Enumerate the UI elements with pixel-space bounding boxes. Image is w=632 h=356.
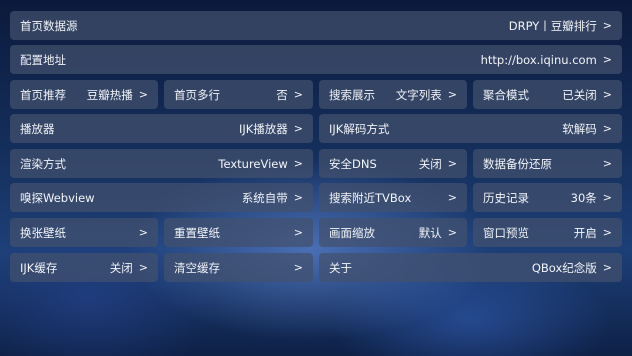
setting-label: 搜索展示 <box>329 87 375 102</box>
setting-value: TextureView <box>218 156 288 171</box>
setting-home-multi-row[interactable]: 首页多行 否 > <box>164 80 313 109</box>
chevron-right-icon: > <box>447 157 457 170</box>
setting-screen-zoom[interactable]: 画面缩放 默认 > <box>319 218 467 247</box>
setting-label: IJK解码方式 <box>329 121 390 136</box>
chevron-right-icon: > <box>138 261 148 274</box>
setting-value: 豆瓣热播 <box>86 87 133 102</box>
setting-search-display[interactable]: 搜索展示 文字列表 > <box>319 80 467 109</box>
chevron-right-icon: > <box>447 88 457 101</box>
setting-value: 关闭 <box>418 156 442 171</box>
chevron-right-icon: > <box>602 261 612 274</box>
chevron-right-icon: > <box>602 88 612 101</box>
setting-clear-cache[interactable]: 清空缓存 > <box>164 253 313 282</box>
setting-reset-wallpaper[interactable]: 重置壁纸 > <box>164 218 313 247</box>
setting-label: 嗅探Webview <box>20 190 95 205</box>
chevron-right-icon: > <box>602 122 612 135</box>
setting-search-nearby-tvbox[interactable]: 搜索附近TVBox > <box>319 183 467 212</box>
chevron-right-icon: > <box>138 88 148 101</box>
setting-label: IJK缓存 <box>20 260 58 275</box>
setting-label: 首页推荐 <box>20 87 66 102</box>
setting-label: 首页数据源 <box>20 18 78 33</box>
setting-value: 软解码 <box>562 121 597 136</box>
setting-home-recommend[interactable]: 首页推荐 豆瓣热播 > <box>10 80 158 109</box>
setting-home-data-source[interactable]: 首页数据源 DRPY丨豆瓣排行 > <box>10 11 622 40</box>
setting-label: 播放器 <box>20 121 55 136</box>
setting-value: 文字列表 <box>395 87 442 102</box>
setting-label: 渲染方式 <box>20 156 66 171</box>
chevron-right-icon: > <box>293 226 303 239</box>
setting-value: 开启 <box>573 225 597 240</box>
setting-history[interactable]: 历史记录 30条 > <box>473 183 622 212</box>
setting-data-backup[interactable]: 数据备份还原 > <box>473 149 622 178</box>
setting-label: 清空缓存 <box>174 260 220 275</box>
setting-change-wallpaper[interactable]: 换张壁纸 > <box>10 218 158 247</box>
chevron-right-icon: > <box>447 226 457 239</box>
chevron-right-icon: > <box>447 191 457 204</box>
chevron-right-icon: > <box>602 191 612 204</box>
chevron-right-icon: > <box>293 157 303 170</box>
chevron-right-icon: > <box>602 157 612 170</box>
setting-label: 窗口预览 <box>483 225 529 240</box>
setting-value: QBox纪念版 <box>531 260 597 275</box>
setting-value: 已关闭 <box>562 87 597 102</box>
setting-label: 首页多行 <box>174 87 220 102</box>
setting-about[interactable]: 关于 QBox纪念版 > <box>319 253 622 282</box>
setting-value: 否 <box>276 87 288 102</box>
setting-aggregate-mode[interactable]: 聚合模式 已关闭 > <box>473 80 622 109</box>
setting-label: 换张壁纸 <box>20 225 66 240</box>
chevron-right-icon: > <box>602 226 612 239</box>
setting-window-preview[interactable]: 窗口预览 开启 > <box>473 218 622 247</box>
setting-label: 配置地址 <box>20 52 66 67</box>
setting-label: 安全DNS <box>329 156 377 171</box>
setting-ijk-decode[interactable]: IJK解码方式 软解码 > <box>319 114 622 143</box>
setting-value: 系统自带 <box>241 190 288 205</box>
setting-label: 聚合模式 <box>483 87 529 102</box>
chevron-right-icon: > <box>293 191 303 204</box>
chevron-right-icon: > <box>293 122 303 135</box>
setting-sniff-webview[interactable]: 嗅探Webview 系统自带 > <box>10 183 313 212</box>
setting-label: 画面缩放 <box>329 225 375 240</box>
setting-label: 历史记录 <box>483 190 529 205</box>
setting-player[interactable]: 播放器 IJK播放器 > <box>10 114 313 143</box>
setting-value: http://box.iqinu.com <box>480 52 597 67</box>
setting-render-mode[interactable]: 渲染方式 TextureView > <box>10 149 313 178</box>
setting-value: IJK播放器 <box>238 121 288 136</box>
setting-config-url[interactable]: 配置地址 http://box.iqinu.com > <box>10 45 622 74</box>
setting-value: 关闭 <box>109 260 133 275</box>
setting-label: 搜索附近TVBox <box>329 190 412 205</box>
setting-ijk-cache[interactable]: IJK缓存 关闭 > <box>10 253 158 282</box>
setting-label: 数据备份还原 <box>483 156 552 171</box>
chevron-right-icon: > <box>138 226 148 239</box>
setting-safe-dns[interactable]: 安全DNS 关闭 > <box>319 149 467 178</box>
chevron-right-icon: > <box>293 261 303 274</box>
setting-label: 关于 <box>329 260 352 275</box>
setting-label: 重置壁纸 <box>174 225 220 240</box>
setting-value: 默认 <box>418 225 442 240</box>
chevron-right-icon: > <box>602 19 612 32</box>
chevron-right-icon: > <box>602 53 612 66</box>
setting-value: DRPY丨豆瓣排行 <box>508 18 597 33</box>
setting-value: 30条 <box>570 190 597 205</box>
chevron-right-icon: > <box>293 88 303 101</box>
